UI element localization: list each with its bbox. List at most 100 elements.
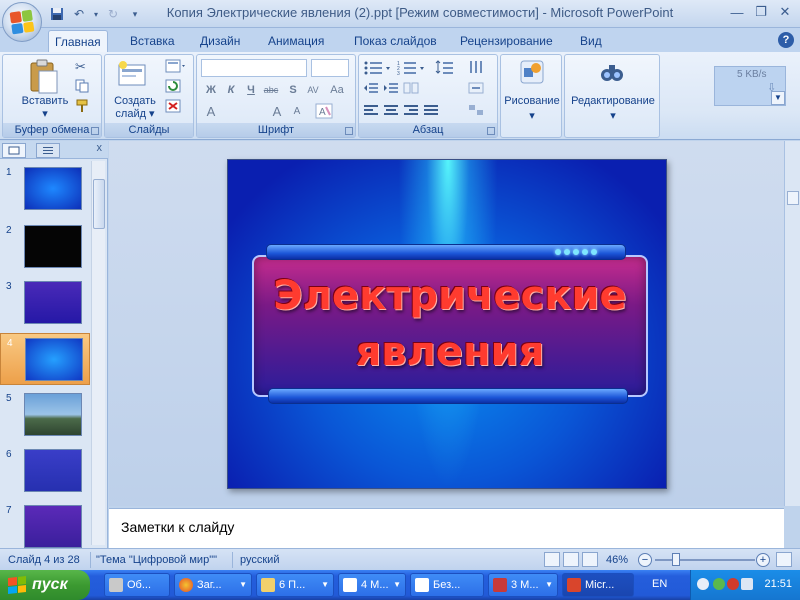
cut-icon[interactable]: ✂ <box>75 59 86 75</box>
text-direction-icon[interactable] <box>467 59 493 78</box>
text-shadow-button[interactable]: S <box>283 81 303 99</box>
underline-button[interactable]: Ч <box>241 81 261 99</box>
tray-shield-icon[interactable] <box>727 578 739 590</box>
new-slide-dropdown[interactable]: слайд ▾ <box>107 107 163 120</box>
tray-arrow-icon[interactable] <box>697 578 709 590</box>
strikethrough-button[interactable]: abc <box>261 81 281 99</box>
taskbar-item-active[interactable]: Micr... <box>562 573 634 597</box>
slide-title[interactable]: Электрические явления <box>252 268 648 380</box>
notes-pane[interactable]: Заметки к слайду <box>109 508 784 548</box>
save-icon[interactable] <box>48 5 66 23</box>
zoom-in-icon[interactable]: + <box>756 553 770 567</box>
slide-thumbnail-1[interactable]: 1 <box>0 163 90 215</box>
current-slide[interactable]: Электрические явления <box>227 159 667 489</box>
font-launcher-icon[interactable] <box>345 127 353 135</box>
delete-slide-icon[interactable] <box>165 99 181 116</box>
reset-slide-icon[interactable] <box>165 79 181 96</box>
tab-animation[interactable]: Анимация <box>262 30 330 52</box>
shrink-font-button[interactable]: A <box>287 103 307 121</box>
bold-button[interactable]: Ж <box>201 81 221 99</box>
tab-design[interactable]: Дизайн <box>194 30 246 52</box>
zoom-slider-knob[interactable] <box>672 553 680 566</box>
slide-thumbnail-6[interactable]: 6 <box>0 445 90 497</box>
slides-pane-scrollbar[interactable] <box>91 161 105 545</box>
slide-thumbnail-4[interactable]: 4 <box>0 333 90 385</box>
binoculars-icon[interactable] <box>599 59 625 88</box>
editor-scrollbar-thumb[interactable] <box>787 191 799 205</box>
grow-font-button[interactable]: A <box>267 103 287 121</box>
expand-icon[interactable]: ▼ <box>771 91 785 105</box>
outline-tab[interactable] <box>36 143 60 158</box>
change-case-button[interactable]: Aa <box>327 81 347 99</box>
slide-sorter-icon[interactable] <box>563 552 579 567</box>
format-painter-icon[interactable] <box>75 99 89 116</box>
new-slide-icon[interactable] <box>117 61 147 92</box>
new-slide-button[interactable]: Создать <box>107 95 163 107</box>
decrease-indent-icon[interactable] <box>363 81 379 98</box>
slide-thumbnail-7[interactable]: 7 <box>0 501 90 553</box>
align-text-icon[interactable] <box>467 81 493 98</box>
paste-icon[interactable] <box>29 59 59 98</box>
columns-icon[interactable] <box>403 81 419 98</box>
character-spacing-button[interactable]: AV <box>303 81 323 99</box>
align-center-icon[interactable] <box>383 103 399 120</box>
editing-button[interactable]: Редактирование <box>565 95 661 107</box>
undo-dropdown-icon[interactable]: ▾ <box>92 5 100 23</box>
paste-button[interactable]: Вставить <box>15 95 75 107</box>
copy-icon[interactable] <box>75 79 89 96</box>
restore-icon[interactable]: ❐ <box>750 2 772 22</box>
language-indicator[interactable]: русский <box>240 554 279 566</box>
align-right-icon[interactable] <box>403 103 419 120</box>
bullets-icon[interactable] <box>363 59 395 78</box>
taskbar-item[interactable]: Без... <box>410 573 484 597</box>
zoom-level[interactable]: 46% <box>606 554 628 566</box>
slideshow-view-icon[interactable] <box>582 552 598 567</box>
tab-slideshow[interactable]: Показ слайдов <box>348 30 443 52</box>
editor-scrollbar[interactable] <box>784 141 800 506</box>
start-button[interactable]: пуск <box>0 570 90 600</box>
taskbar-item[interactable]: Заг... ▼ <box>174 573 252 597</box>
office-button[interactable] <box>2 2 42 42</box>
undo-icon[interactable]: ↶ <box>70 5 88 23</box>
paragraph-launcher-icon[interactable] <box>487 127 495 135</box>
layout-icon[interactable] <box>165 59 187 76</box>
align-left-icon[interactable] <box>363 103 379 120</box>
shapes-icon[interactable] <box>519 59 545 88</box>
close-pane-icon[interactable]: x <box>97 142 103 154</box>
drawing-dropdown-icon[interactable]: ▾ <box>501 109 563 122</box>
close-icon[interactable]: ✕ <box>774 2 796 22</box>
fit-to-window-icon[interactable] <box>776 552 792 567</box>
taskbar-item[interactable]: 4 М... ▼ <box>338 573 406 597</box>
taskbar-item[interactable]: 3 М... ▼ <box>488 573 558 597</box>
paste-dropdown-icon[interactable]: ▾ <box>15 107 75 120</box>
tab-view[interactable]: Вид <box>574 30 608 52</box>
keyboard-language[interactable]: EN <box>652 578 667 590</box>
help-icon[interactable]: ? <box>778 32 794 48</box>
zoom-out-icon[interactable]: − <box>638 553 652 567</box>
clipboard-launcher-icon[interactable] <box>91 127 99 135</box>
zoom-slider-track[interactable] <box>655 559 755 561</box>
taskbar-item[interactable]: 6 П... ▼ <box>256 573 334 597</box>
font-size-combobox[interactable] <box>311 59 349 77</box>
taskbar-item[interactable]: Об... <box>104 573 170 597</box>
scrollbar-thumb[interactable] <box>93 179 105 229</box>
volume-icon[interactable] <box>741 578 753 590</box>
slide-thumbnail-3[interactable]: 3 <box>0 277 90 329</box>
tab-home[interactable]: Главная <box>48 30 108 52</box>
line-spacing-icon[interactable] <box>435 59 463 78</box>
drawing-button[interactable]: Рисование <box>501 95 563 107</box>
numbering-icon[interactable]: 123 <box>397 59 429 78</box>
justify-icon[interactable] <box>423 103 439 120</box>
minimize-icon[interactable]: — <box>726 2 748 22</box>
normal-view-icon[interactable] <box>544 552 560 567</box>
clear-formatting-icon[interactable]: A <box>315 103 333 122</box>
increase-indent-icon[interactable] <box>383 81 399 98</box>
slides-tab[interactable] <box>2 143 26 158</box>
smartart-icon[interactable] <box>467 103 493 120</box>
slide-thumbnail-5[interactable]: 5 <box>0 389 90 441</box>
tray-app-icon[interactable] <box>713 578 725 590</box>
italic-button[interactable]: К <box>221 81 241 99</box>
font-name-combobox[interactable] <box>201 59 307 77</box>
tab-review[interactable]: Рецензирование <box>454 30 559 52</box>
font-color-button[interactable]: A <box>201 103 221 121</box>
